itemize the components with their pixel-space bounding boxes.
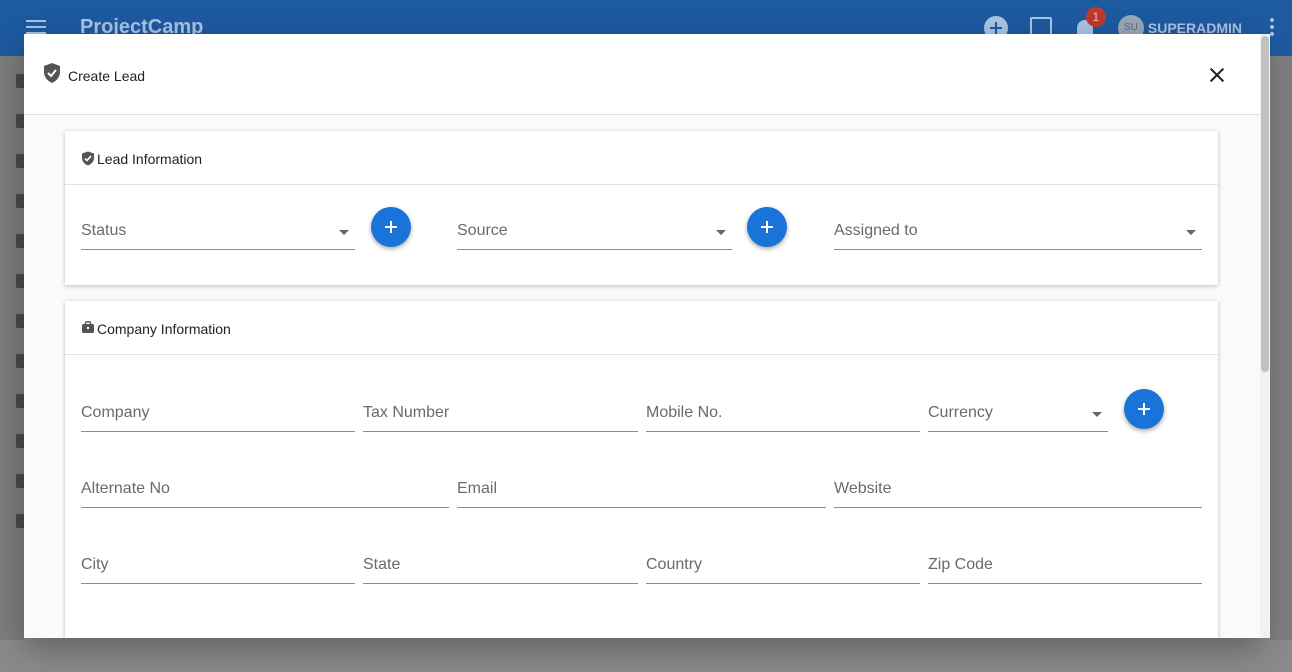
- scrollbar-thumb[interactable]: [1261, 36, 1269, 372]
- notification-badge: 1: [1085, 7, 1106, 27]
- website-field[interactable]: Website: [834, 472, 1202, 508]
- alternate-no-label: Alternate No: [81, 480, 170, 497]
- sidebar-backdrop: [0, 56, 26, 640]
- source-select[interactable]: Source: [457, 214, 732, 250]
- status-label: Status: [81, 222, 127, 239]
- dialog-scrollbar[interactable]: [1260, 34, 1270, 638]
- more-vert-icon[interactable]: [1270, 18, 1274, 39]
- lead-information-card: Lead Information Status Source Assigned …: [65, 131, 1218, 285]
- assigned-to-label: Assigned to: [834, 222, 918, 239]
- company-field[interactable]: Company: [81, 396, 355, 432]
- city-label: City: [81, 556, 109, 573]
- add-status-button[interactable]: [371, 207, 411, 247]
- add-currency-button[interactable]: [1124, 389, 1164, 429]
- email-label: Email: [457, 480, 498, 497]
- content-backdrop: [1270, 56, 1292, 640]
- zip-code-label: Zip Code: [928, 556, 993, 573]
- mobile-no-label: Mobile No.: [646, 404, 723, 421]
- bottom-backdrop: [0, 640, 1292, 672]
- mobile-no-field[interactable]: Mobile No.: [646, 396, 920, 432]
- chevron-down-icon: [339, 230, 349, 235]
- website-label: Website: [834, 480, 892, 497]
- add-source-button[interactable]: [747, 207, 787, 247]
- chevron-down-icon: [716, 230, 726, 235]
- dialog-title: Create Lead: [68, 68, 146, 84]
- country-field[interactable]: Country: [646, 548, 920, 584]
- section-title-lead: Lead Information: [97, 151, 203, 167]
- zip-code-field[interactable]: Zip Code: [928, 548, 1202, 584]
- section-title-company: Company Information: [97, 321, 231, 337]
- currency-label: Currency: [928, 404, 993, 421]
- dialog-body: Lead Information Status Source Assigned …: [24, 115, 1260, 638]
- close-icon[interactable]: [1206, 64, 1230, 88]
- card-header: Company Information: [65, 301, 1218, 355]
- alternate-no-field[interactable]: Alternate No: [81, 472, 449, 508]
- currency-select[interactable]: Currency: [928, 396, 1108, 432]
- city-field[interactable]: City: [81, 548, 355, 584]
- tax-number-field[interactable]: Tax Number: [363, 396, 638, 432]
- state-field[interactable]: State: [363, 548, 638, 584]
- dialog-header: Create Lead: [24, 34, 1260, 115]
- shield-check-icon: [82, 151, 94, 166]
- state-label: State: [363, 556, 401, 573]
- source-label: Source: [457, 222, 508, 239]
- status-select[interactable]: Status: [81, 214, 355, 250]
- shield-check-icon: [44, 63, 60, 83]
- create-lead-dialog: Create Lead Lead Information Status Sour…: [24, 34, 1260, 638]
- company-information-card: Company Information Company Tax Number M…: [65, 301, 1218, 638]
- company-label: Company: [81, 404, 150, 421]
- chevron-down-icon: [1092, 412, 1102, 417]
- tax-number-label: Tax Number: [363, 404, 450, 421]
- assigned-to-select[interactable]: Assigned to: [834, 214, 1202, 250]
- card-header: Lead Information: [65, 131, 1218, 185]
- email-field[interactable]: Email: [457, 472, 826, 508]
- briefcase-icon: [82, 321, 94, 333]
- chevron-down-icon: [1186, 230, 1196, 235]
- country-label: Country: [646, 556, 703, 573]
